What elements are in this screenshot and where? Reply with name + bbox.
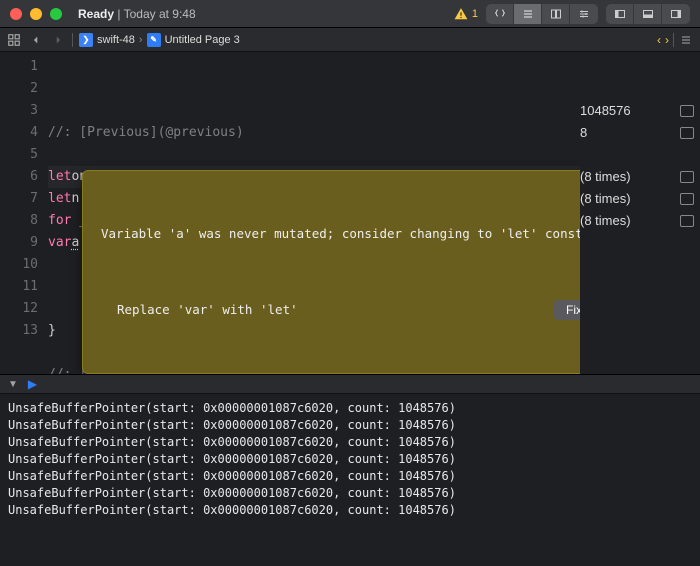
result-row [580, 144, 700, 166]
line-number: 8 [0, 210, 38, 232]
nav-back-button[interactable] [28, 32, 44, 48]
warnings-indicator[interactable]: 1 [454, 7, 478, 21]
result-value: (8 times) [580, 188, 680, 210]
breadcrumb-bar: ❯ swift-48 › ✎ Untitled Page 3 ‹ › [0, 28, 700, 52]
window-controls [10, 8, 62, 20]
page-icon: ✎ [147, 33, 161, 47]
bottom-panel-button[interactable] [634, 4, 662, 24]
line-number: 11 [0, 276, 38, 298]
minimize-window-button[interactable] [30, 8, 42, 20]
file-name: Untitled Page 3 [165, 34, 240, 46]
fixit-message: Variable 'a' was never mutated; consider… [101, 223, 580, 245]
console-toolbar: ▼ ▶ [0, 374, 700, 394]
line-number: 12 [0, 298, 38, 320]
code-line[interactable]: //: [Previous](@previous) [48, 122, 580, 144]
result-row [580, 56, 700, 78]
divider [673, 33, 674, 47]
lines-button[interactable] [514, 4, 542, 24]
line-number: 7 [0, 188, 38, 210]
zoom-window-button[interactable] [50, 8, 62, 20]
line-number: 9 [0, 232, 38, 254]
compare-button[interactable] [542, 4, 570, 24]
result-value: (8 times) [580, 210, 680, 232]
fixit-suggestion: Replace 'var' with 'let' [117, 299, 298, 321]
project-name: swift-48 [97, 34, 135, 46]
play-button[interactable]: ▶ [28, 377, 37, 391]
braces-button[interactable] [486, 4, 514, 24]
line-number: 13 [0, 320, 38, 342]
adjust-button[interactable] [570, 4, 598, 24]
view-segmented-1 [486, 4, 598, 24]
quicklook-icon[interactable] [680, 105, 694, 117]
close-window-button[interactable] [10, 8, 22, 20]
breadcrumb[interactable]: ❯ swift-48 › ✎ Untitled Page 3 [79, 33, 240, 47]
result-row [580, 78, 700, 100]
quicklook-icon[interactable] [680, 127, 694, 139]
line-number: 5 [0, 144, 38, 166]
result-value: 8 [580, 122, 680, 144]
results-sidebar: 10485768(8 times)(8 times)(8 times) [580, 52, 700, 374]
result-row[interactable]: 1048576 [580, 100, 700, 122]
titlebar: Ready | Today at 9:48 1 [0, 0, 700, 28]
items-menu-button[interactable] [678, 32, 694, 48]
code-line[interactable] [48, 144, 580, 166]
quicklook-icon[interactable] [680, 215, 694, 227]
line-number: 4 [0, 122, 38, 144]
status-rest: | Today at 9:48 [114, 7, 196, 21]
next-item-button[interactable]: › [665, 33, 669, 47]
quicklook-icon[interactable] [680, 171, 694, 183]
quicklook-icon[interactable] [680, 193, 694, 205]
line-number: 3 [0, 100, 38, 122]
fix-button[interactable]: Fix [554, 300, 580, 320]
swift-icon: ❯ [79, 33, 93, 47]
result-row[interactable]: 8 [580, 122, 700, 144]
result-row[interactable]: (8 times) [580, 188, 700, 210]
status-bold: Ready [78, 7, 114, 21]
fixit-popup: Variable 'a' was never mutated; consider… [82, 170, 580, 374]
right-panel-button[interactable] [662, 4, 690, 24]
result-value: 1048576 [580, 100, 680, 122]
editor-area: 12345678910111213 //: [Previous](@previo… [0, 52, 700, 374]
result-value: (8 times) [580, 166, 680, 188]
chevron-right-icon: › [139, 34, 143, 46]
warning-icon [454, 7, 468, 21]
warning-count: 1 [472, 8, 478, 20]
line-number: 10 [0, 254, 38, 276]
line-number: 6 [0, 166, 38, 188]
related-items-button[interactable] [6, 32, 22, 48]
line-number: 1 [0, 56, 38, 78]
code-editor[interactable]: //: [Previous](@previous)let oneM = 1024… [48, 52, 580, 374]
console-output[interactable]: UnsafeBufferPointer(start: 0x00000001087… [0, 394, 700, 566]
result-row[interactable]: (8 times) [580, 210, 700, 232]
left-panel-button[interactable] [606, 4, 634, 24]
status-text: Ready | Today at 9:48 [78, 7, 196, 21]
disclosure-icon[interactable]: ▼ [8, 379, 18, 390]
result-row[interactable]: (8 times) [580, 166, 700, 188]
panel-segmented [606, 4, 690, 24]
prev-item-button[interactable]: ‹ [657, 33, 661, 47]
line-gutter: 12345678910111213 [0, 52, 48, 374]
divider [72, 33, 73, 47]
line-number: 2 [0, 78, 38, 100]
nav-forward-button[interactable] [50, 32, 66, 48]
